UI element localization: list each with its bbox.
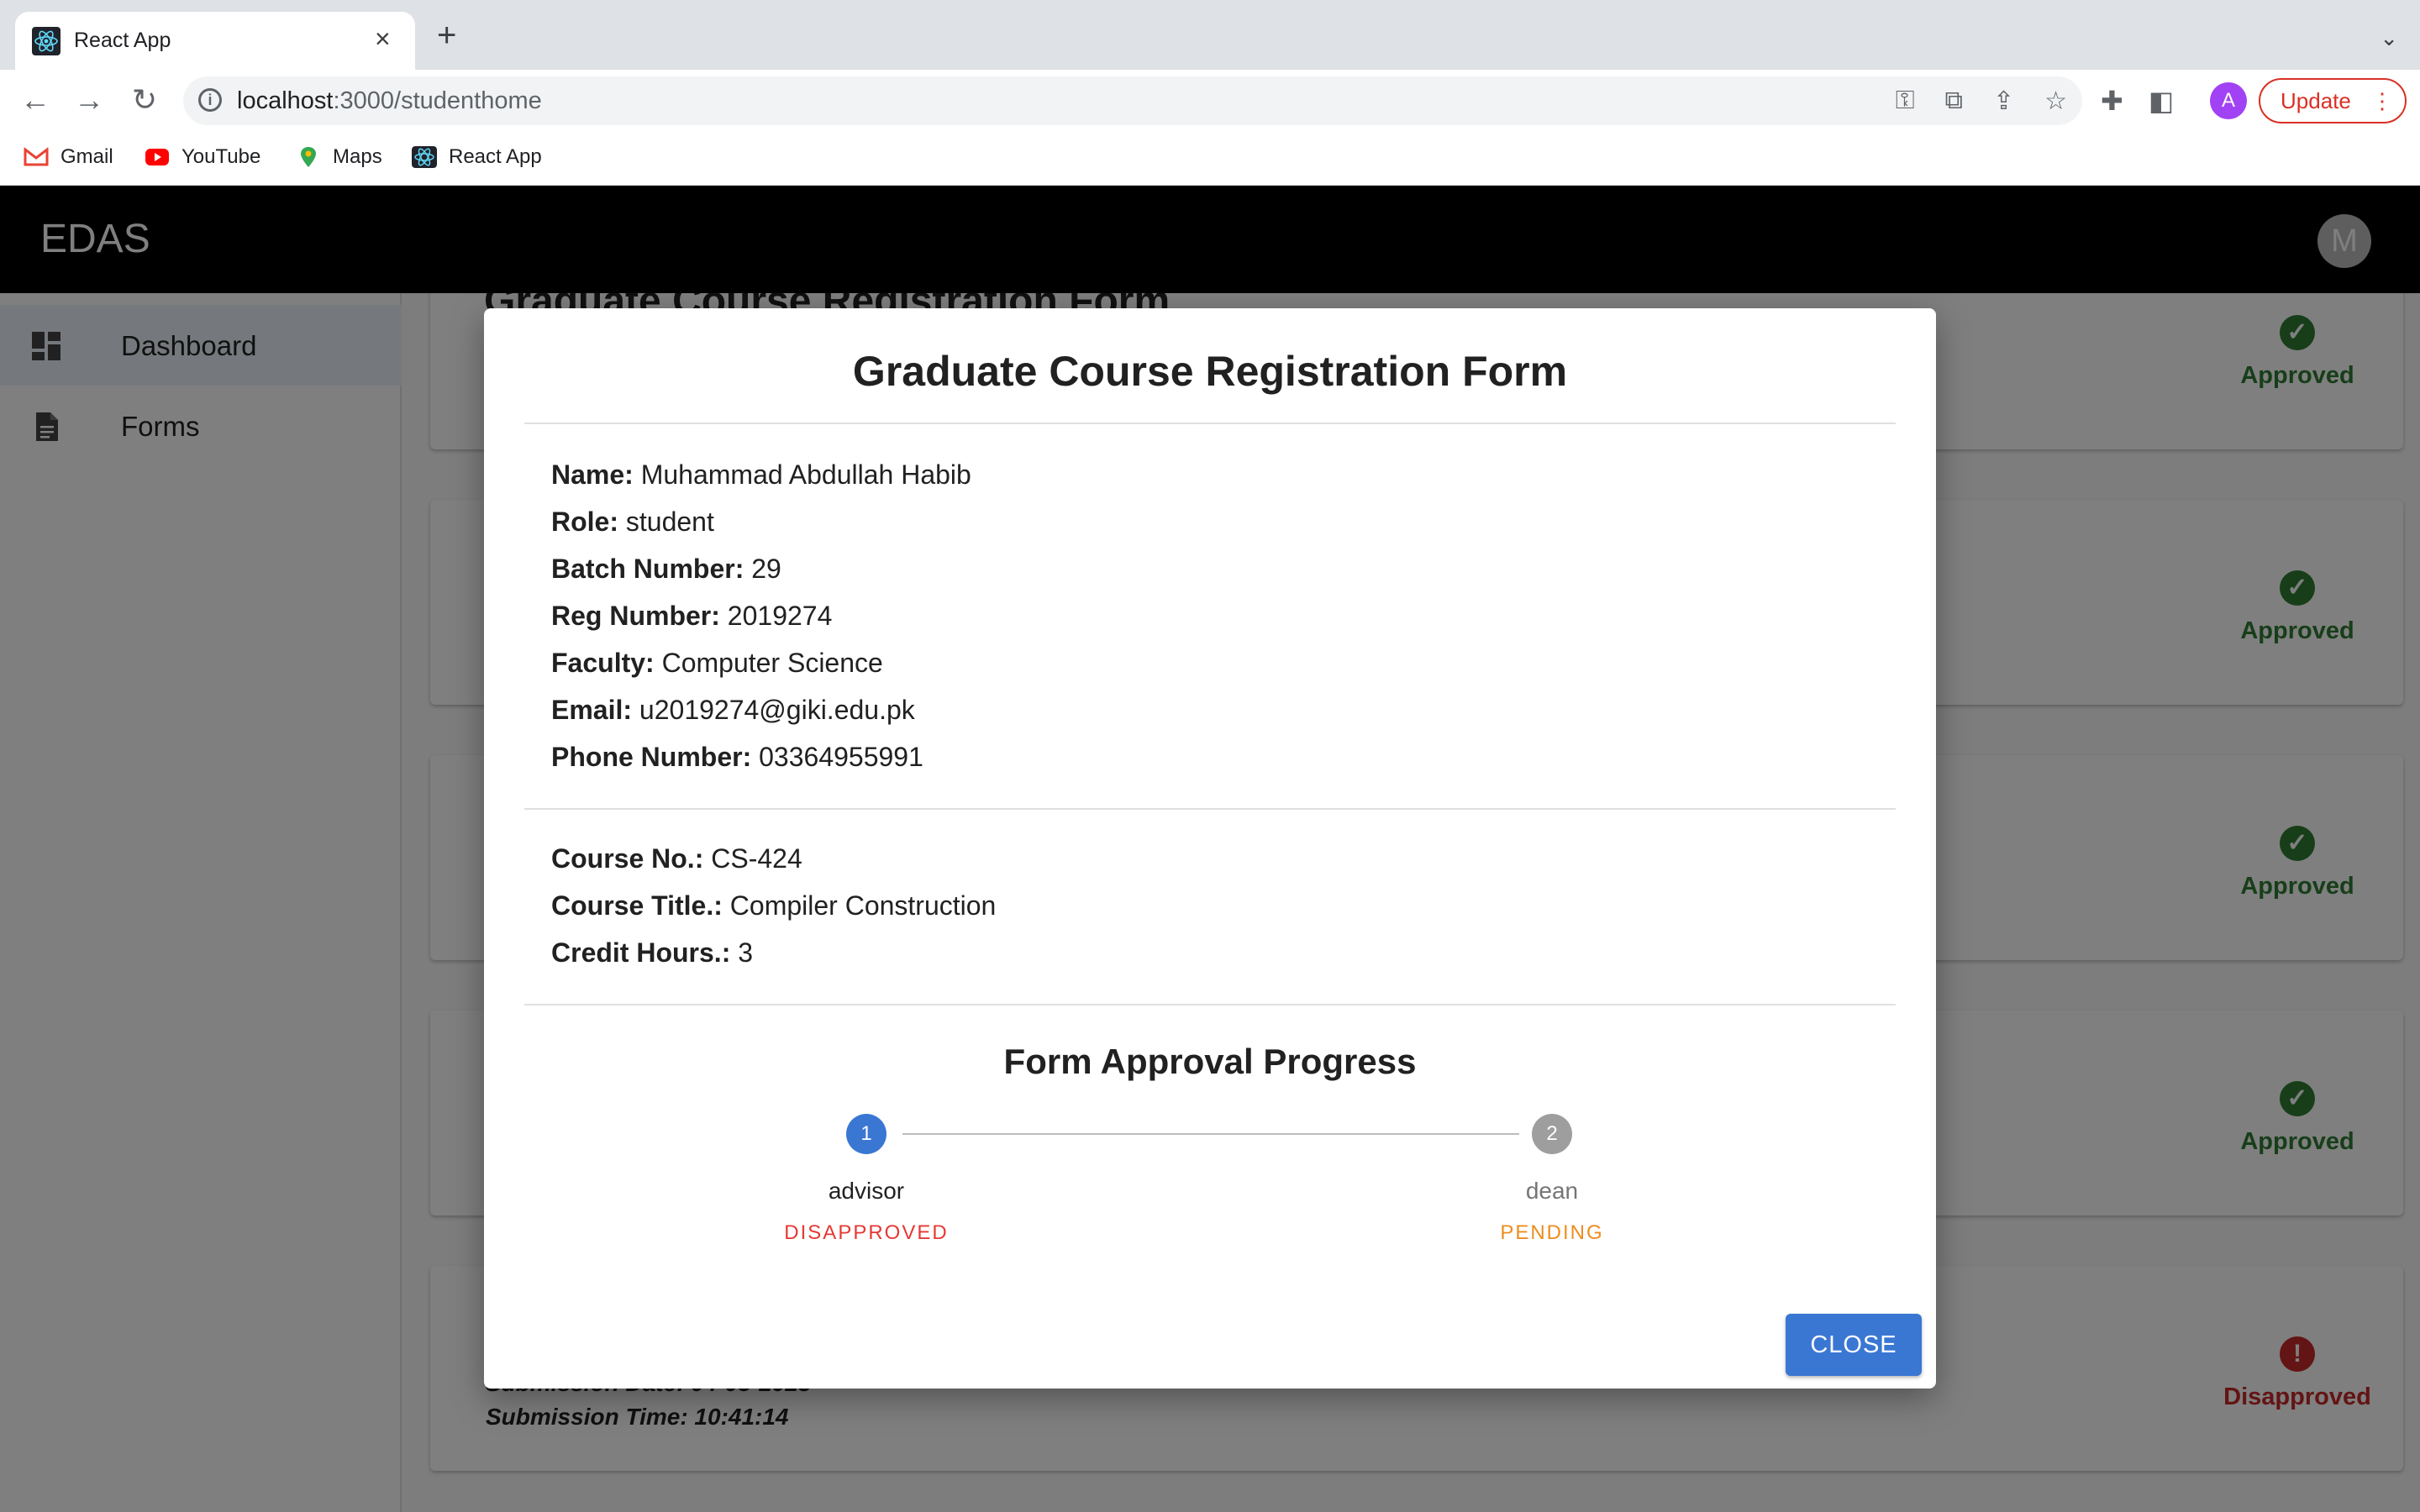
update-label: Update <box>2281 88 2351 113</box>
react-icon <box>32 27 60 55</box>
field-phone-number: Phone Number: 03364955991 <box>551 742 923 773</box>
dialog-title: Graduate Course Registration Form <box>852 348 1568 395</box>
step-status: PENDING <box>1500 1221 1604 1244</box>
step-role: advisor <box>828 1178 905 1204</box>
field-value: 2019274 <box>727 601 833 631</box>
bookmark-label: Maps <box>333 145 382 168</box>
forward-arrow-icon[interactable]: → <box>71 81 108 118</box>
step-dean: 2 dean PENDING <box>1426 1114 1678 1245</box>
address-bar[interactable]: i localhost:3000/studenthome ⚿ ⧉ ⇪ ☆ <box>183 76 2082 125</box>
new-tab-icon[interactable]: + <box>437 18 456 52</box>
field-value: 3 <box>738 937 754 968</box>
info-icon[interactable]: i <box>198 88 222 112</box>
reload-icon[interactable]: ↻ <box>126 81 163 118</box>
bookmarks-bar: Gmail YouTube Maps React App <box>0 132 2420 186</box>
field-credit-hours: Credit Hours.: 3 <box>551 937 753 969</box>
step-number: 2 <box>1532 1114 1572 1154</box>
field-label: Role: <box>551 507 618 537</box>
field-label: Credit Hours.: <box>551 937 731 968</box>
step-number: 1 <box>846 1114 886 1154</box>
bookmark-maps[interactable]: Maps <box>296 145 382 169</box>
extension-icons: ✚ ◧ <box>2101 85 2174 117</box>
open-external-icon[interactable]: ⧉ <box>1945 87 1963 116</box>
field-batch-number: Batch Number: 29 <box>551 554 781 585</box>
step-role: dean <box>1525 1178 1579 1204</box>
field-role: Role: student <box>551 507 714 538</box>
puzzle-icon[interactable]: ✚ <box>2101 85 2123 117</box>
field-value: 29 <box>751 554 781 584</box>
star-icon[interactable]: ☆ <box>2044 87 2067 116</box>
gmail-icon <box>24 146 49 166</box>
field-value: u2019274@giki.edu.pk <box>639 695 915 725</box>
back-arrow-icon[interactable]: ← <box>17 81 54 118</box>
update-button[interactable]: Update ⋮ <box>2259 78 2407 123</box>
field-value: student <box>625 507 714 537</box>
field-label: Email: <box>551 695 633 725</box>
field-value: Compiler Construction <box>729 890 997 921</box>
side-panel-icon[interactable]: ◧ <box>2149 85 2174 117</box>
field-label: Course Title.: <box>551 890 723 921</box>
form-details-dialog: Graduate Course Registration Form Name: … <box>484 308 1936 1389</box>
divider <box>524 423 1896 424</box>
bookmark-label: React App <box>449 145 542 168</box>
close-tab-icon[interactable]: × <box>375 25 391 52</box>
field-name: Name: Muhammad Abdullah Habib <box>551 459 971 491</box>
field-label: Course No.: <box>551 843 704 874</box>
browser-tab-strip: React App × + ⌄ <box>0 0 2420 70</box>
bookmark-gmail[interactable]: Gmail <box>24 145 113 169</box>
bookmark-youtube[interactable]: YouTube <box>145 145 260 169</box>
step-status: DISAPPROVED <box>784 1221 949 1244</box>
field-label: Name: <box>551 459 634 490</box>
maps-icon <box>301 147 316 167</box>
field-value: 03364955991 <box>759 742 923 772</box>
field-label: Phone Number: <box>551 742 752 772</box>
field-reg-number: Reg Number: 2019274 <box>551 601 832 632</box>
field-email: Email: u2019274@giki.edu.pk <box>551 695 915 726</box>
field-value: Muhammad Abdullah Habib <box>640 459 971 490</box>
chevron-down-icon[interactable]: ⌄ <box>2380 25 2398 51</box>
field-label: Reg Number: <box>551 601 720 631</box>
divider <box>524 808 1896 810</box>
step-advisor: 1 advisor DISAPPROVED <box>740 1114 992 1245</box>
more-vert-icon: ⋮ <box>2371 88 2393 113</box>
share-icon[interactable]: ⇪ <box>1993 87 2014 116</box>
divider <box>524 1004 1896 1005</box>
field-value: CS-424 <box>711 843 802 874</box>
field-faculty: Faculty: Computer Science <box>551 648 883 679</box>
tab-title: React App <box>74 29 171 52</box>
url-text[interactable]: localhost:3000/studenthome <box>237 87 542 115</box>
react-icon <box>412 146 437 168</box>
profile-avatar[interactable]: A <box>2210 82 2247 119</box>
youtube-icon <box>145 149 169 165</box>
key-icon[interactable]: ⚿ <box>1896 87 1915 116</box>
browser-toolbar: ← → ↻ i localhost:3000/studenthome ⚿ ⧉ ⇪… <box>0 70 2420 132</box>
bookmark-react-app[interactable]: React App <box>412 145 542 169</box>
bookmark-label: Gmail <box>60 145 113 168</box>
browser-tab[interactable]: React App × <box>15 12 415 70</box>
address-bar-actions: ⚿ ⧉ ⇪ ☆ <box>1896 87 2067 116</box>
field-label: Faculty: <box>551 648 655 678</box>
field-course-no: Course No.: CS-424 <box>551 843 802 874</box>
field-label: Batch Number: <box>551 554 744 584</box>
bookmark-label: YouTube <box>182 145 261 168</box>
url-path: :3000/studenthome <box>333 87 542 114</box>
field-value: Computer Science <box>661 648 883 678</box>
close-button[interactable]: CLOSE <box>1786 1314 1922 1376</box>
field-course-title: Course Title.: Compiler Construction <box>551 890 996 921</box>
url-host: localhost <box>237 87 334 114</box>
approval-progress-title: Form Approval Progress <box>1003 1042 1417 1081</box>
